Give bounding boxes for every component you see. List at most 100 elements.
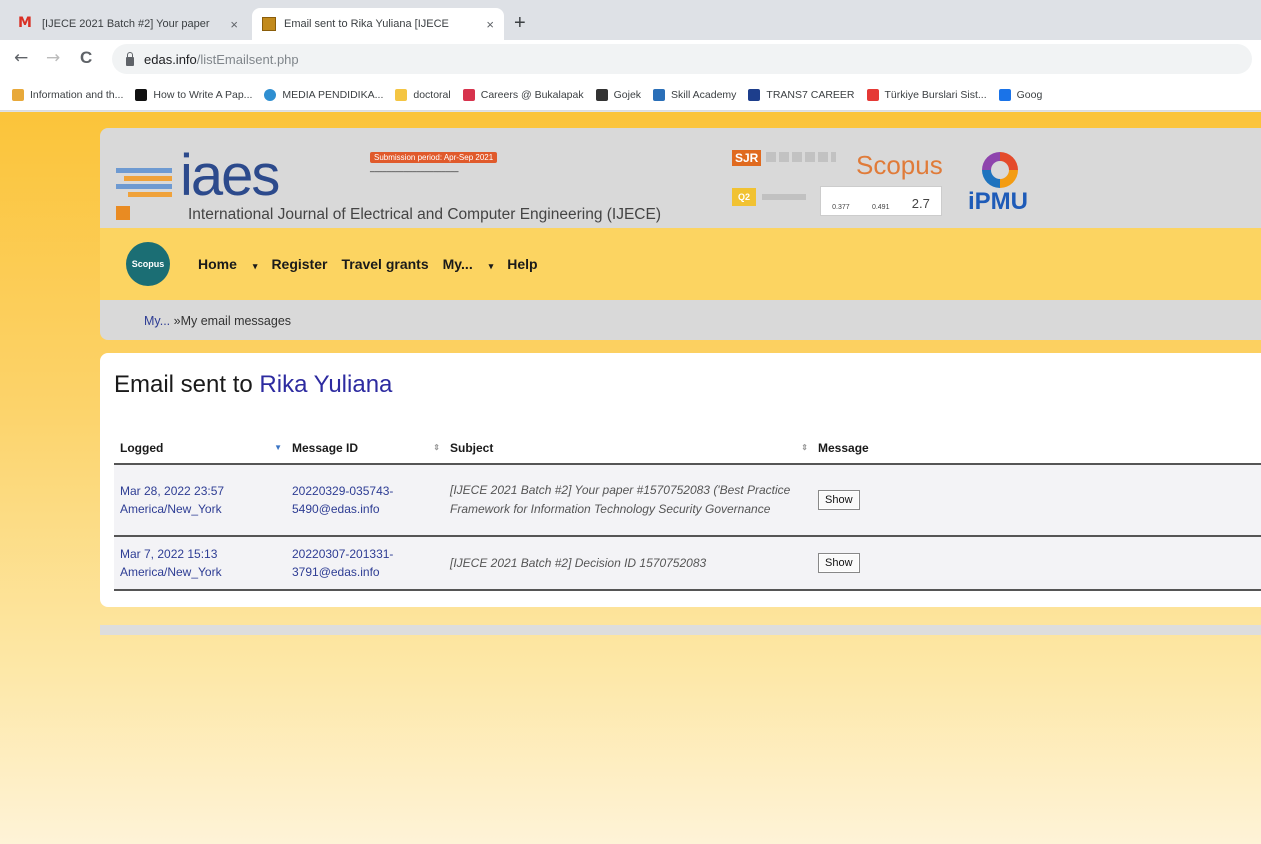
bookmark-label: Gojek xyxy=(613,89,642,101)
message-id-part: 3791@edas.info xyxy=(292,565,380,579)
logged-cell[interactable]: Mar 7, 2022 15:13 America/New_York xyxy=(114,545,286,581)
breadcrumb: My... »My email messages xyxy=(144,314,291,328)
bookmark-icon xyxy=(653,89,666,101)
url-host: edas.info xyxy=(144,51,197,67)
site-header: iaes International Journal of Electrical… xyxy=(100,128,1261,340)
message-cell: Show xyxy=(812,553,1261,573)
column-header-logged[interactable]: Logged ▼ xyxy=(114,441,286,455)
bookmark-icon xyxy=(462,89,475,101)
logged-date: Mar 7, 2022 15:13 xyxy=(120,547,218,561)
column-header-subject[interactable]: Subject ⇕ xyxy=(444,441,812,455)
message-id-cell[interactable]: 20220307-201331- 3791@edas.info xyxy=(286,545,444,581)
subject-cell: [IJECE 2021 Batch #2] Your paper #157075… xyxy=(450,483,791,516)
bookmark-label: Careers @ Bukalapak xyxy=(480,89,584,101)
browser-chrome: [IJECE 2021 Batch #2] Your paper × Email… xyxy=(0,0,1261,112)
nav-label: Home xyxy=(198,256,237,272)
bookmark-item[interactable]: Information and th... xyxy=(12,89,123,101)
nav-item-home[interactable]: Home ▾ xyxy=(198,256,257,272)
ipmu-icon xyxy=(982,152,1018,188)
message-id-cell[interactable]: 20220329-035743- 5490@edas.info xyxy=(286,482,444,518)
logged-cell[interactable]: Mar 28, 2022 23:57 America/New_York xyxy=(114,482,286,518)
bookmark-item[interactable]: Goog xyxy=(998,89,1042,101)
reload-icon[interactable]: C xyxy=(80,48,92,68)
page-title: Email sent to Rika Yuliana xyxy=(114,371,392,399)
nav-item-help[interactable]: Help xyxy=(507,256,537,272)
bookmark-icon xyxy=(135,89,148,101)
caret-down-icon: ▾ xyxy=(488,261,494,271)
show-button[interactable]: Show xyxy=(818,490,860,510)
back-icon[interactable]: ← xyxy=(14,48,28,68)
bookmark-icon xyxy=(748,89,761,101)
ipmu-logo[interactable]: iPMU xyxy=(964,152,1044,232)
url-path: /listEmailsent.php xyxy=(196,51,299,67)
breadcrumb-parent[interactable]: My... xyxy=(144,314,170,328)
message-id-part: 20220307-201331- xyxy=(292,547,394,561)
column-header-message[interactable]: Message xyxy=(812,441,1261,455)
column-header-message-id[interactable]: Message ID ⇕ xyxy=(286,441,444,455)
bookmark-item[interactable]: TRANS7 CAREER xyxy=(748,89,855,101)
table-row: Mar 7, 2022 15:13 America/New_York 202203… xyxy=(114,537,1261,591)
bookmark-item[interactable]: Skill Academy xyxy=(653,89,736,101)
iaes-logo[interactable]: iaes xyxy=(116,143,280,220)
content-panel: Email sent to Rika Yuliana Logged ▼ Messa… xyxy=(100,353,1261,607)
title-prefix: Email sent to xyxy=(114,371,260,398)
column-label: Message ID xyxy=(292,441,359,455)
nav-item-travel-grants[interactable]: Travel grants xyxy=(341,256,428,272)
bookmark-icon xyxy=(998,89,1011,101)
recipient-name[interactable]: Rika Yuliana xyxy=(259,371,392,398)
close-icon[interactable]: × xyxy=(230,17,238,32)
lock-icon xyxy=(126,51,134,66)
message-id-part: 20220329-035743- xyxy=(292,484,394,498)
close-icon[interactable]: × xyxy=(486,17,494,32)
scopus-logo[interactable]: Scopus xyxy=(856,150,943,181)
sort-icon: ▼ xyxy=(274,443,282,452)
sort-icon: ⇕ xyxy=(801,443,808,452)
bookmark-icon xyxy=(595,89,608,101)
submission-badge: Submission period: Apr-Sep 2021 xyxy=(370,152,498,163)
sjr-logo[interactable]: SJR xyxy=(732,150,762,166)
ipmu-text: iPMU xyxy=(968,188,1028,215)
gmail-icon xyxy=(18,15,34,31)
bookmark-item[interactable]: MEDIA PENDIDIKA... xyxy=(264,89,383,101)
browser-toolbar: ← → C edas.info/listEmailsent.php xyxy=(0,40,1261,80)
folder-icon xyxy=(395,89,408,101)
nav-menu: Home ▾ Register Travel grants My... ▾ Help xyxy=(198,256,552,272)
main-nav: Scopus Home ▾ Register Travel grants My..… xyxy=(100,228,1261,300)
bookmark-item[interactable]: Türkiye Burslari Sist... xyxy=(866,89,987,101)
bookmark-item[interactable]: Careers @ Bukalapak xyxy=(462,89,584,101)
logo-text: iaes xyxy=(180,143,280,208)
subject-cell: [IJECE 2021 Batch #2] Decision ID 157075… xyxy=(450,555,707,570)
tab-edas[interactable]: Email sent to Rika Yuliana [IJECE × xyxy=(252,8,504,40)
tab-gmail[interactable]: [IJECE 2021 Batch #2] Your paper × xyxy=(8,8,248,40)
metric-value: 0.491 xyxy=(871,204,890,211)
bookmark-item[interactable]: Gojek xyxy=(595,89,642,101)
bookmark-label: Information and th... xyxy=(30,89,124,101)
bookmarks-bar: Information and th... How to Write A Pap… xyxy=(0,80,1261,111)
edas-icon xyxy=(262,17,276,31)
bookmark-label: Türkiye Burslari Sist... xyxy=(884,89,987,101)
logged-date: Mar 28, 2022 23:57 xyxy=(120,484,225,498)
address-bar[interactable]: edas.info/listEmailsent.php xyxy=(112,44,1252,74)
bookmark-label: Skill Academy xyxy=(671,89,737,101)
citescore-metrics: 0.377 0.491 2.7 xyxy=(820,186,942,216)
caret-down-icon: ▾ xyxy=(252,261,258,271)
breadcrumb-sep: » xyxy=(170,314,181,328)
bookmark-label: How to Write A Pap... xyxy=(153,89,253,101)
page-footer xyxy=(100,625,1261,635)
message-cell: Show xyxy=(812,490,1261,510)
metric-value: 0.377 xyxy=(832,204,850,211)
table-row: Mar 28, 2022 23:57 America/New_York 20220… xyxy=(114,465,1261,537)
forward-icon[interactable]: → xyxy=(46,48,60,68)
tab-title: Email sent to Rika Yuliana [IJECE xyxy=(284,18,449,30)
new-tab-button[interactable]: + xyxy=(514,12,526,35)
logged-timezone: America/New_York xyxy=(120,565,222,579)
nav-item-register[interactable]: Register xyxy=(271,256,327,272)
sjr-caption xyxy=(766,152,836,162)
bookmark-icon xyxy=(12,89,24,101)
show-button[interactable]: Show xyxy=(818,553,860,573)
bookmark-item[interactable]: How to Write A Pap... xyxy=(135,89,252,101)
metric-value: 2.7 xyxy=(911,196,930,211)
nav-item-my[interactable]: My... ▾ xyxy=(443,256,494,272)
page-body: iaes International Journal of Electrical… xyxy=(0,112,1261,844)
bookmark-item[interactable]: doctoral xyxy=(395,89,451,101)
